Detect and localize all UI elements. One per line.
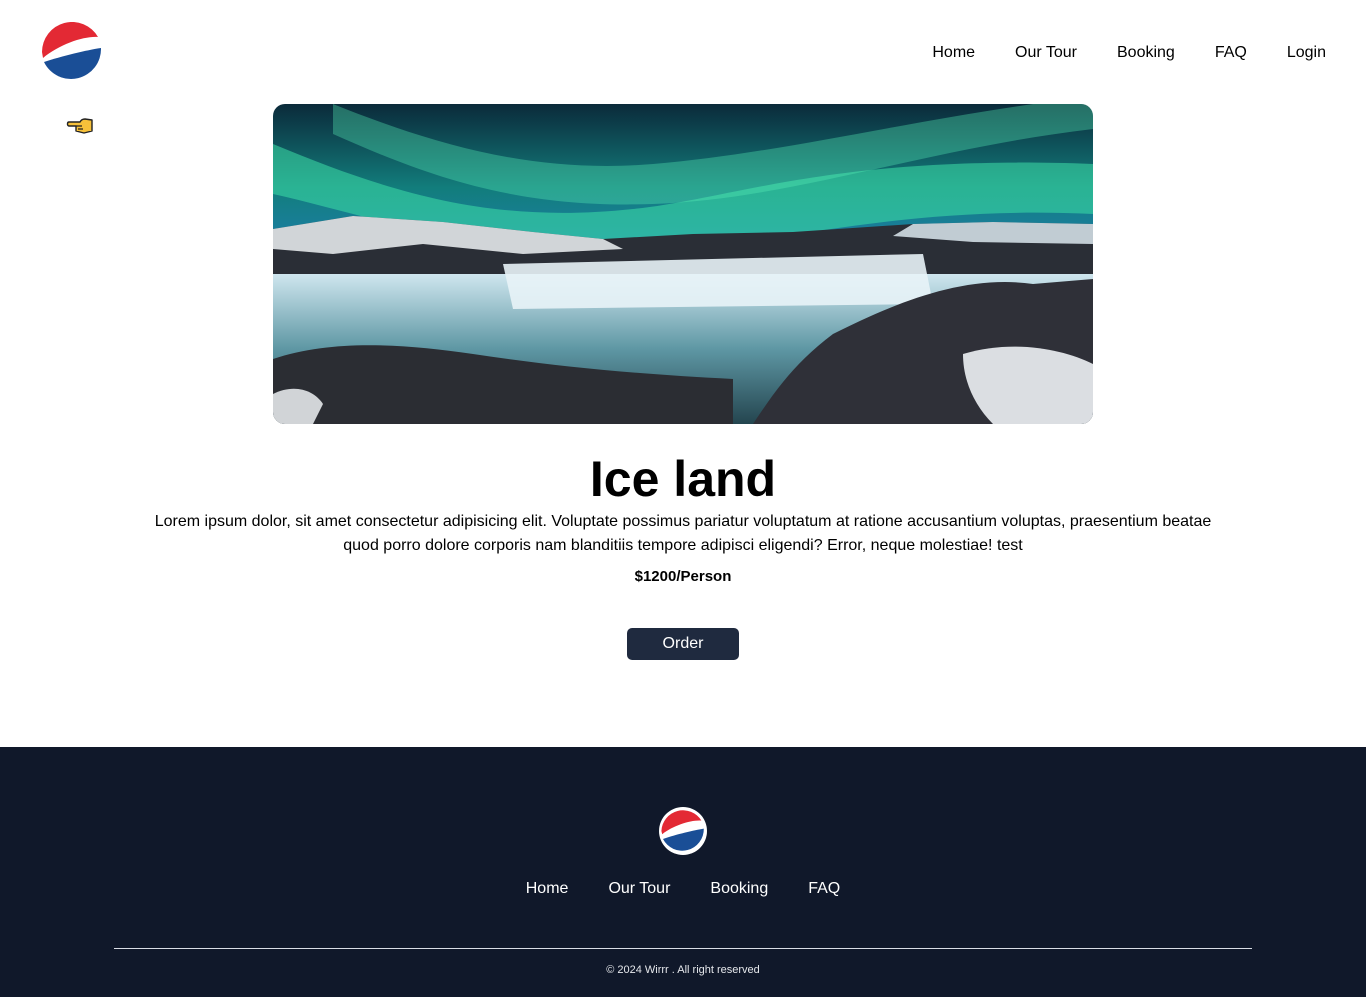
hero-image	[273, 104, 1093, 424]
nav-home[interactable]: Home	[932, 43, 975, 63]
tour-description: Lorem ipsum dolor, sit amet consectetur …	[154, 513, 1212, 554]
site-footer: Home Our Tour Booking FAQ © 2024 Wirrr .…	[0, 747, 1366, 997]
pepsi-logo-icon[interactable]	[42, 22, 102, 82]
pointing-hand-icon[interactable]	[66, 114, 96, 138]
footer-nav-booking[interactable]: Booking	[710, 879, 768, 899]
nav-booking[interactable]: Booking	[1117, 43, 1175, 63]
nav-login[interactable]: Login	[1287, 43, 1326, 63]
nav-faq[interactable]: FAQ	[1215, 43, 1247, 63]
copyright-text: © 2024 Wirrr . All right reserved	[606, 964, 760, 976]
nav-our-tour[interactable]: Our Tour	[1015, 43, 1077, 63]
order-button[interactable]: Order	[627, 628, 739, 660]
footer-nav: Home Our Tour Booking FAQ	[0, 879, 1366, 899]
footer-nav-home[interactable]: Home	[526, 879, 569, 899]
footer-divider	[114, 948, 1252, 949]
main-nav: Home Our Tour Booking FAQ Login	[932, 43, 1326, 63]
tour-price: $1200/Person	[634, 568, 732, 585]
site-header: Home Our Tour Booking FAQ Login	[0, 0, 1366, 104]
tour-title: Ice land	[589, 451, 777, 507]
pepsi-logo-icon[interactable]	[659, 807, 707, 855]
footer-nav-our-tour[interactable]: Our Tour	[608, 879, 670, 899]
footer-nav-faq[interactable]: FAQ	[808, 879, 840, 899]
